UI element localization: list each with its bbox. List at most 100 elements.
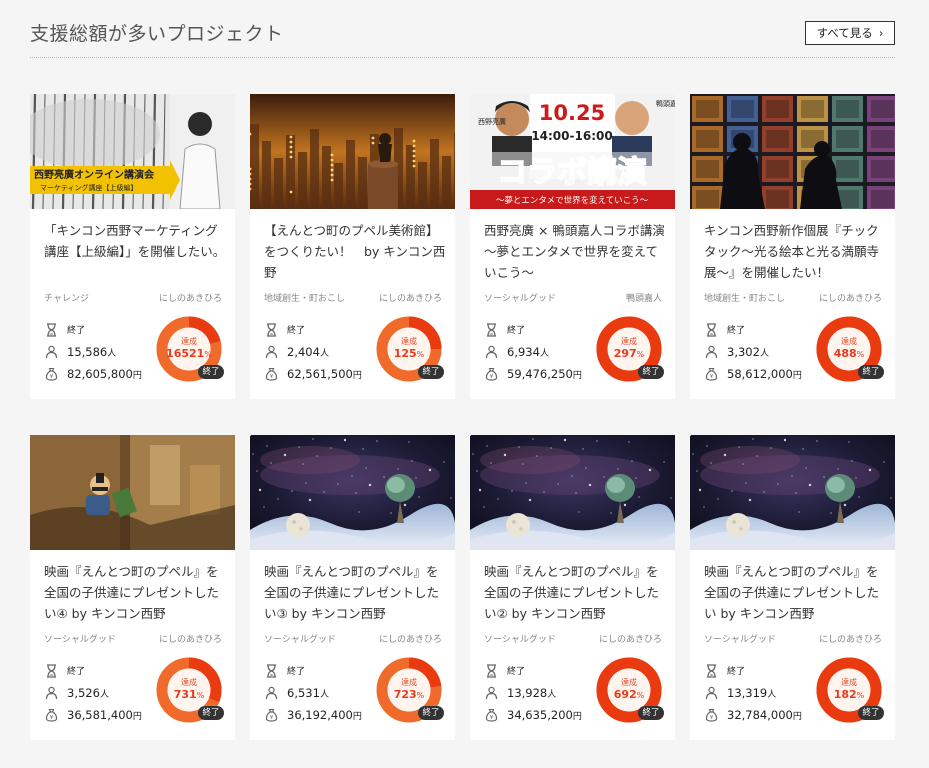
project-thumbnail[interactable]: 10.25 14:00-16:00 西野亮廣 鴨頭嘉人 コラボ講演 ～夢とエンタ… — [470, 94, 675, 209]
svg-text:鴨頭嘉人: 鴨頭嘉人 — [656, 99, 675, 108]
amount-unit: 円 — [352, 712, 362, 722]
project-stats: 終了 6,934人 ¥ 59,476,250円 — [484, 319, 604, 385]
supporters-unit: 人 — [99, 690, 109, 700]
project-category: ソーシャルグッド — [264, 635, 336, 645]
project-stats: 終了 13,319人 ¥ 32,784,000円 — [704, 660, 824, 726]
achievement-value: 488 — [833, 347, 857, 360]
amount-unit: 円 — [352, 371, 362, 381]
person-icon — [485, 686, 498, 700]
status-text: 終了 — [287, 326, 306, 336]
ended-badge: 終了 — [418, 365, 444, 379]
money-bag-icon: ¥ — [485, 367, 498, 381]
project-title[interactable]: 「キンコン西野マーケティング講座【上級編】」を開催したい。 — [44, 220, 226, 284]
project-card[interactable]: 西野亮廣オンライン講演会 マーケティング講座【上級編】 「キンコン西野マーケティ… — [30, 94, 235, 399]
svg-text:マーケティング講座【上級編】: マーケティング講座【上級編】 — [40, 183, 137, 192]
svg-text:10.25: 10.25 — [539, 101, 605, 125]
achievement-value: 182 — [833, 688, 857, 701]
percent-sign: % — [416, 350, 425, 359]
project-thumbnail[interactable] — [250, 435, 455, 550]
amount-row: ¥ 58,612,000円 — [704, 363, 824, 385]
project-stats: 終了 13,928人 ¥ 34,635,200円 — [484, 660, 604, 726]
project-stats: 終了 15,586人 ¥ 82,605,800円 — [44, 319, 164, 385]
hourglass-icon — [485, 664, 498, 678]
project-card[interactable]: 【えんとつ町のプペル美術館】をつくりたい！ by キンコン西野 地域創生・町おこ… — [250, 94, 455, 399]
project-stats: 終了 2,404人 ¥ 62,561,500円 — [264, 319, 384, 385]
amount-value: 36,192,400 — [287, 708, 353, 722]
achievement-label: 達成 — [841, 678, 857, 687]
project-title[interactable]: 映画『えんとつ町のプペル』を全国の子供達にプレゼントしたい④ by キンコン西野 — [44, 561, 226, 625]
supporters-row: 15,586人 — [44, 341, 164, 363]
project-card[interactable]: 映画『えんとつ町のプペル』を全国の子供達にプレゼントしたい④ by キンコン西野… — [30, 435, 235, 740]
status-text: 終了 — [507, 667, 526, 677]
project-title[interactable]: 映画『えんとつ町のプペル』を全国の子供達にプレゼントしたい③ by キンコン西野 — [264, 561, 446, 625]
supporters-unit: 人 — [547, 690, 557, 700]
percent-sign: % — [204, 350, 212, 359]
supporters-row: 2,404人 — [264, 341, 384, 363]
amount-value: 59,476,250 — [507, 367, 573, 381]
amount-row: ¥ 62,561,500円 — [264, 363, 384, 385]
amount-value: 36,581,400 — [67, 708, 133, 722]
project-title[interactable]: 【えんとつ町のプペル美術館】をつくりたい！ by キンコン西野 — [264, 220, 446, 284]
project-card[interactable]: 映画『えんとつ町のプペル』を全国の子供達にプレゼントしたい③ by キンコン西野… — [250, 435, 455, 740]
project-owner: にしのあきひろ — [158, 635, 222, 645]
svg-text:¥: ¥ — [50, 374, 54, 380]
project-thumbnail[interactable] — [690, 435, 895, 550]
status-row: 終了 — [704, 660, 824, 682]
project-title[interactable]: 西野亮廣 × 鴨頭嘉人コラボ講演 ～夢とエンタメで世界を変えていこう～ — [484, 220, 666, 284]
ended-badge: 終了 — [198, 365, 224, 379]
see-all-button[interactable]: すべて見る › — [805, 21, 895, 45]
svg-text:コラボ講演: コラボ講演 — [497, 155, 647, 190]
project-thumbnail[interactable] — [30, 435, 235, 550]
project-category: ソーシャルグッド — [484, 294, 556, 304]
supporters-count: 13,319 — [727, 686, 768, 700]
person-icon — [705, 686, 718, 700]
money-bag-icon: ¥ — [705, 708, 718, 722]
project-category: ソーシャルグッド — [704, 635, 776, 645]
status-row: 終了 — [44, 660, 164, 682]
svg-text:～夢とエンタメで世界を変えていこう～: ～夢とエンタメで世界を変えていこう～ — [496, 195, 649, 206]
supporters-row: 13,319人 — [704, 682, 824, 704]
project-title[interactable]: 映画『えんとつ町のプペル』を全国の子供達にプレゼントしたい by キンコン西野 — [704, 561, 886, 625]
achievement-label: 達成 — [181, 337, 197, 346]
supporters-unit: 人 — [319, 690, 329, 700]
supporters-unit: 人 — [319, 349, 329, 359]
section-header: 支援総額が多いプロジェクト すべて見る › — [30, 20, 895, 58]
project-thumbnail[interactable] — [250, 94, 455, 209]
amount-unit: 円 — [792, 371, 802, 381]
hourglass-icon — [45, 664, 58, 678]
person-icon — [705, 345, 718, 359]
achievement-label: 達成 — [621, 337, 637, 346]
status-row: 終了 — [484, 319, 604, 341]
project-card[interactable]: 映画『えんとつ町のプペル』を全国の子供達にプレゼントしたい② by キンコン西野… — [470, 435, 675, 740]
money-bag-icon: ¥ — [45, 367, 58, 381]
ended-badge: 終了 — [198, 706, 224, 720]
status-text: 終了 — [67, 326, 86, 336]
supporters-count: 6,934 — [507, 345, 540, 359]
svg-text:¥: ¥ — [50, 715, 54, 721]
person-icon — [485, 345, 498, 359]
project-card[interactable]: キンコン西野新作個展『チックタック～光る絵本と光る満願寺展～』を開催したい！ 地… — [690, 94, 895, 399]
money-bag-icon: ¥ — [265, 708, 278, 722]
amount-unit: 円 — [132, 712, 142, 722]
supporters-count: 3,302 — [727, 345, 760, 359]
supporters-count: 3,526 — [67, 686, 100, 700]
ended-badge: 終了 — [858, 365, 884, 379]
project-owner: 鴨頭嘉人 — [625, 294, 662, 304]
project-card[interactable]: 映画『えんとつ町のプペル』を全国の子供達にプレゼントしたい by キンコン西野 … — [690, 435, 895, 740]
svg-text:西野亮廣: 西野亮廣 — [478, 117, 506, 126]
achievement-percent: 488% — [816, 347, 882, 361]
amount-value: 82,605,800 — [67, 367, 133, 381]
project-title[interactable]: 映画『えんとつ町のプペル』を全国の子供達にプレゼントしたい② by キンコン西野 — [484, 561, 666, 625]
project-card[interactable]: 10.25 14:00-16:00 西野亮廣 鴨頭嘉人 コラボ講演 ～夢とエンタ… — [470, 94, 675, 399]
project-thumbnail[interactable]: 西野亮廣オンライン講演会 マーケティング講座【上級編】 — [30, 94, 235, 209]
supporters-row: 3,526人 — [44, 682, 164, 704]
project-thumbnail[interactable] — [690, 94, 895, 209]
amount-value: 58,612,000 — [727, 367, 793, 381]
achievement-label: 達成 — [621, 678, 637, 687]
svg-text:¥: ¥ — [710, 374, 714, 380]
project-thumbnail[interactable] — [470, 435, 675, 550]
svg-text:¥: ¥ — [490, 715, 494, 721]
ended-badge: 終了 — [638, 365, 664, 379]
project-title[interactable]: キンコン西野新作個展『チックタック～光る絵本と光る満願寺展～』を開催したい！ — [704, 220, 886, 284]
project-meta: チャレンジ にしのあきひろ — [44, 291, 222, 304]
